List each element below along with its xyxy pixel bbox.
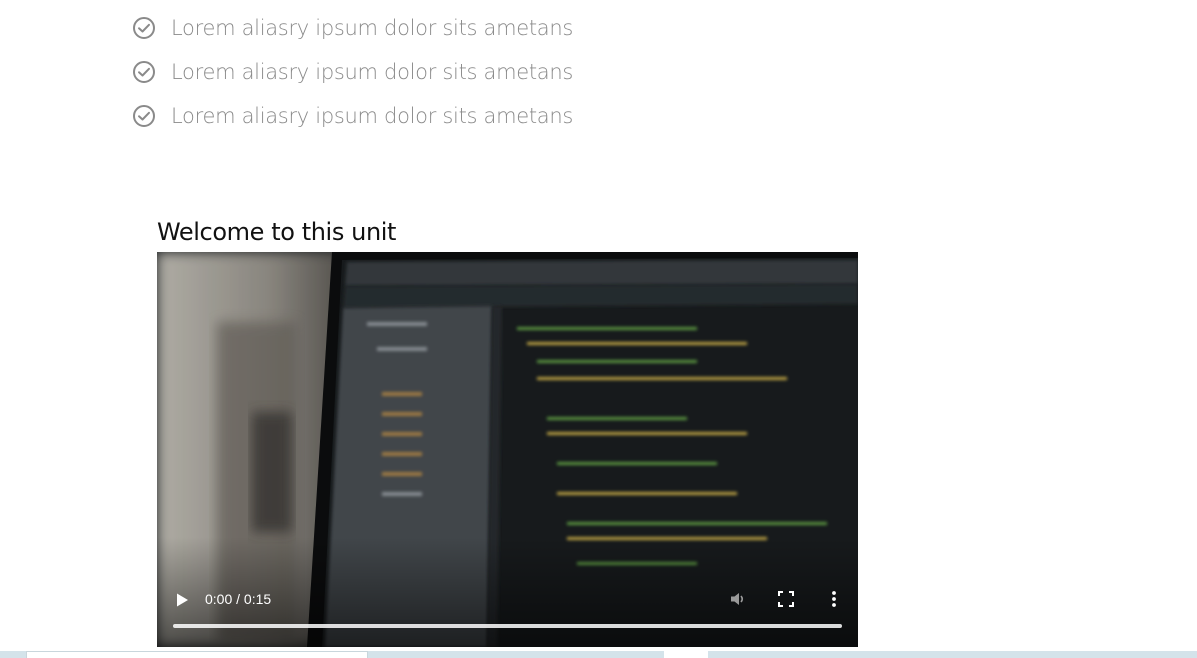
unit-title: Welcome to this unit (157, 218, 397, 246)
check-circle-icon (132, 60, 156, 84)
video-progress-bar[interactable] (173, 624, 842, 628)
bottom-tab-gap (664, 651, 708, 658)
checklist-item-label: Lorem aliasry ipsum dolor sits ametans (171, 104, 574, 128)
checklist-item: Lorem aliasry ipsum dolor sits ametans (132, 94, 573, 138)
volume-icon[interactable] (728, 589, 748, 609)
bottom-tab[interactable] (26, 651, 368, 658)
check-circle-icon (132, 104, 156, 128)
checklist-item-label: Lorem aliasry ipsum dolor sits ametans (171, 60, 574, 84)
check-circle-icon (132, 16, 156, 40)
video-time-display: 0:00 / 0:15 (205, 591, 272, 607)
video-player[interactable]: 0:00 / 0:15 (157, 252, 858, 647)
feature-checklist: Lorem aliasry ipsum dolor sits ametans L… (132, 6, 573, 138)
more-vert-icon[interactable] (827, 589, 841, 609)
fullscreen-icon[interactable] (777, 590, 795, 608)
play-icon[interactable] (173, 591, 191, 609)
checklist-item: Lorem aliasry ipsum dolor sits ametans (132, 6, 573, 50)
checklist-item-label: Lorem aliasry ipsum dolor sits ametans (171, 16, 574, 40)
checklist-item: Lorem aliasry ipsum dolor sits ametans (132, 50, 573, 94)
